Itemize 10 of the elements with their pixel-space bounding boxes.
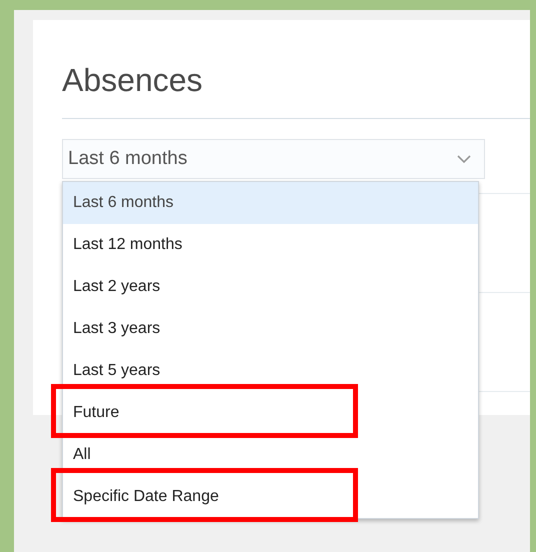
dropdown-option[interactable]: Future bbox=[63, 392, 478, 434]
period-dropdown[interactable]: Last 6 months bbox=[62, 139, 485, 179]
dropdown-option[interactable]: Last 2 years bbox=[63, 266, 478, 308]
dropdown-option[interactable]: Last 12 months bbox=[63, 224, 478, 266]
dropdown-option[interactable]: Last 3 years bbox=[63, 308, 478, 350]
chevron-down-icon bbox=[457, 154, 471, 164]
page-title: Absences bbox=[62, 61, 204, 100]
dropdown-option[interactable]: Specific Date Range bbox=[63, 476, 478, 518]
dropdown-option[interactable]: Last 6 months bbox=[63, 182, 478, 224]
dropdown-option[interactable]: Last 5 years bbox=[63, 350, 478, 392]
